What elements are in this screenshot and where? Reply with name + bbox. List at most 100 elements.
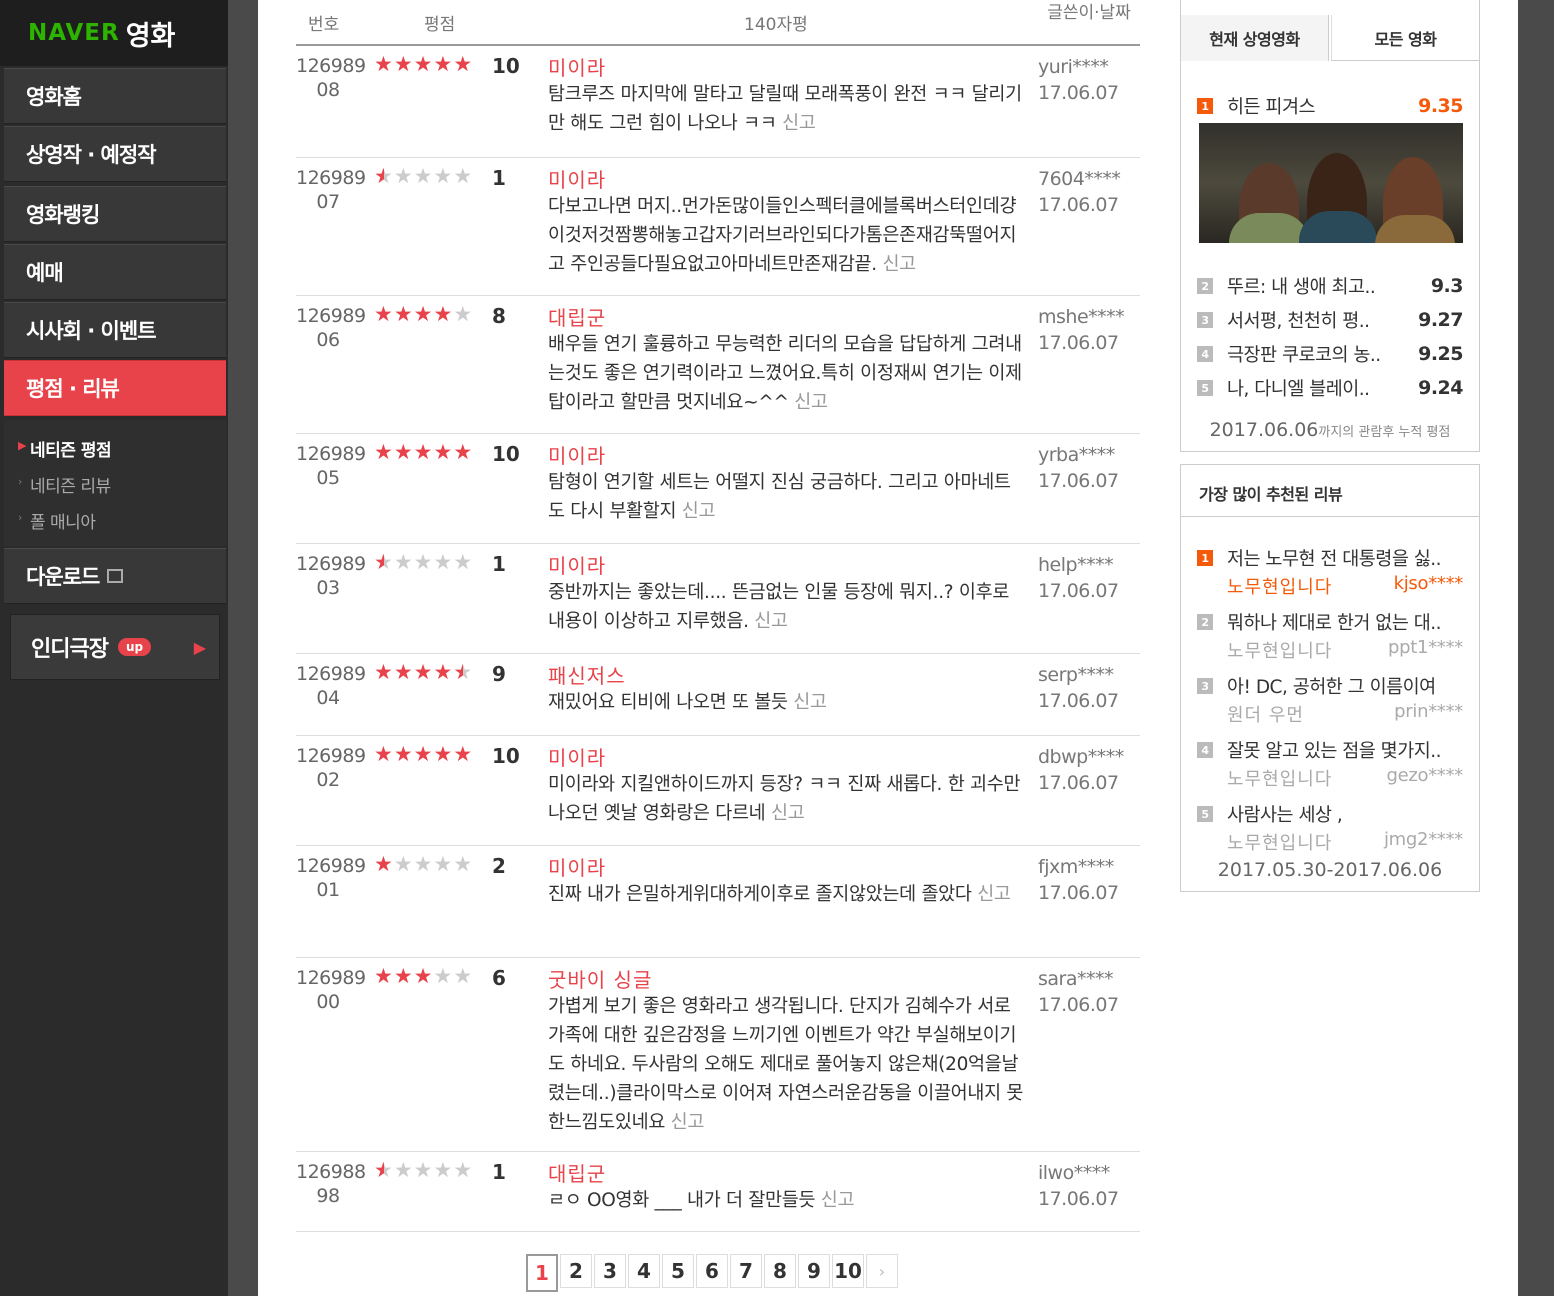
ranking-item[interactable]: 4 극장판 쿠로코의 농.. 9.25 [1197,341,1463,367]
page-link[interactable]: 3 [594,1254,626,1288]
report-link[interactable]: 신고 [682,501,716,522]
writer-id-link[interactable]: fjxm**** [1038,854,1138,880]
window-edge [1518,0,1554,1296]
movie-title-link[interactable]: 미이라 [548,164,606,193]
writer-id-link[interactable]: help**** [1038,552,1138,578]
writer-id-link[interactable]: yuri**** [1038,54,1138,80]
star-filled-icon: ★ [453,742,474,766]
nav-download[interactable]: 다운로드 [4,548,226,604]
nav-now-showing[interactable]: 상영작 · 예정작 [4,126,226,182]
ranking-item[interactable]: 3 서서평, 천천히 평.. 9.27 [1197,307,1463,333]
ranking-score: 9.35 [1418,95,1463,117]
report-link[interactable]: 신고 [771,803,805,824]
movie-title-link[interactable]: 패신저스 [548,660,626,689]
review-number-part: 98 [316,1185,340,1207]
report-link[interactable]: 신고 [754,611,788,632]
movie-title-link[interactable]: 미이라 [548,852,606,881]
next-page-icon[interactable]: › [866,1254,898,1288]
best-review-item[interactable]: 3 아! DC, 공허한 그 이름이여 원더 우먼 prin**** [1197,673,1463,727]
report-link[interactable]: 신고 [782,113,816,134]
page-link[interactable]: 5 [662,1254,694,1288]
review-number-part: 126989 [296,663,366,685]
review-body: 배우들 연기 훌륭하고 무능력한 리더의 모습을 답답하게 그려내는것도 좋은 … [548,334,1022,413]
ranking-item[interactable]: 5 나, 다니엘 블레이.. 9.24 [1197,375,1463,401]
page-link[interactable]: 8 [764,1254,796,1288]
nav-indie-theater[interactable]: 인디극장 up ▶ [10,614,220,680]
page-link[interactable]: 2 [560,1254,592,1288]
report-link[interactable]: 신고 [882,254,916,275]
movie-poster-image[interactable] [1199,123,1463,243]
page-link[interactable]: 9 [798,1254,830,1288]
best-review-item[interactable]: 1 저는 노무현 전 대통령을 싫.. 노무현입니다 kjso**** [1197,545,1463,599]
report-link[interactable]: 신고 [821,1190,855,1211]
nav-booking[interactable]: 예매 [4,244,226,300]
report-link[interactable]: 신고 [794,392,828,413]
movie-title-link[interactable]: 굿바이 싱글 [548,964,652,993]
ranking-score: 9.24 [1418,377,1463,399]
rank-badge: 5 [1197,380,1213,396]
movie-title-link[interactable]: 미이라 [548,742,606,771]
page-link[interactable]: 6 [696,1254,728,1288]
page-link[interactable]: 10 [832,1254,864,1288]
movie-title-link[interactable]: 대립군 [548,1158,606,1187]
writer-id-link[interactable]: yrba**** [1038,442,1138,468]
rating-score: 10 [492,744,520,768]
review-text: 중반까지는 좋았는데.... 뜬금없는 인물 등장에 뭐지..? 이후로 내용이… [548,578,1026,636]
page-link[interactable]: 4 [628,1254,660,1288]
star-half-icon: ★ [374,550,394,574]
subnav-poll-mania[interactable]: › 폴 매니아 [18,508,96,533]
col-review: 140자평 [744,15,808,35]
ranking-item[interactable]: 2 뚜르: 내 생애 최고.. 9.3 [1197,273,1464,299]
writer-id-link[interactable]: mshe**** [1038,304,1138,330]
review-number-part: 01 [316,879,340,901]
report-link[interactable]: 신고 [793,692,827,713]
table-row: 126989 01 ★★★★★ 2 미이라 진짜 내가 은밀하게위대하게이후로 졸지않았는… [296,846,1140,958]
writer-id-link[interactable]: ilwo**** [1038,1160,1138,1186]
col-no: 번호 [308,15,340,35]
best-review-user: jmg2**** [1383,829,1463,850]
writer-id-link[interactable]: 7604**** [1038,166,1138,192]
nav-ranking[interactable]: 영화랭킹 [4,186,226,242]
movie-title-link[interactable]: 미이라 [548,550,606,579]
best-review-movie: 노무현입니다 [1227,769,1333,790]
writer-id-link[interactable]: serp**** [1038,662,1138,688]
nav-events[interactable]: 시사회 · 이벤트 [4,302,226,358]
subnav-netizen-rating[interactable]: ▶ 네티즌 평점 [18,436,112,461]
report-link[interactable]: 신고 [977,884,1011,905]
tab-now-showing[interactable]: 현재 상영영화 [1181,15,1329,61]
best-review-item[interactable]: 4 잘못 알고 있는 점을 몇가지.. 노무현입니다 gezo**** [1197,737,1463,791]
tab-all-movies[interactable]: 모든 영화 [1331,15,1479,61]
nav-reviews[interactable]: 평점 · 리뷰 [4,360,226,416]
star-empty-icon: ★ [453,164,474,188]
page-link[interactable]: 1 [526,1254,558,1292]
star-empty-icon: ★ [413,164,434,188]
best-review-item[interactable]: 5 사람사는 세상 , 노무현입니다 jmg2**** [1197,801,1463,855]
star-filled-icon: ★ [374,660,394,684]
star-filled-icon: ★ [433,660,454,684]
movie-title-link[interactable]: 대립군 [548,302,606,331]
naver-movie-logo[interactable]: NAVER 영화 [0,0,228,66]
review-text: 탐형이 연기할 세트는 어떨지 진심 궁금하다. 그리고 아마네트도 다시 부활… [548,468,1026,526]
ranking-item[interactable]: 1 히든 피겨스 9.35 [1197,93,1463,119]
review-date: 17.06.07 [1038,580,1119,602]
review-writer: sara**** 17.06.07 [1038,966,1138,1018]
nav-movie-home[interactable]: 영화홈 [4,68,226,124]
best-review-user: prin**** [1394,701,1463,722]
logo-naver-text: NAVER [28,20,120,46]
writer-id-link[interactable]: dbwp**** [1038,744,1138,770]
star-filled-icon: ★ [393,742,414,766]
writer-id-link[interactable]: sara**** [1038,966,1138,992]
review-number: 126989 08 [296,54,366,102]
star-filled-icon: ★ [433,742,454,766]
star-filled-icon: ★ [413,52,434,76]
movie-title-link[interactable]: 미이라 [548,440,606,469]
report-link[interactable]: 신고 [671,1112,705,1133]
page-link[interactable]: 7 [730,1254,762,1288]
best-review-item[interactable]: 2 뭐하나 제대로 한거 없는 대.. 노무현입니다 ppt1**** [1197,609,1463,663]
movie-title-link[interactable]: 미이라 [548,52,606,81]
rating-score: 8 [492,304,506,328]
review-text: 진짜 내가 은밀하게위대하게이후로 졸지않았는데 졸았다 신고 [548,880,1026,909]
rating-ranking-box: 현재 상영영화 모든 영화 1 히든 피겨스 9.35 2 뚜르: 내 생애 최… [1180,0,1480,452]
subnav-netizen-review[interactable]: › 네티즌 리뷰 [18,472,111,497]
review-body: 재밌어요 티비에 나오면 또 볼듯 [548,692,788,713]
